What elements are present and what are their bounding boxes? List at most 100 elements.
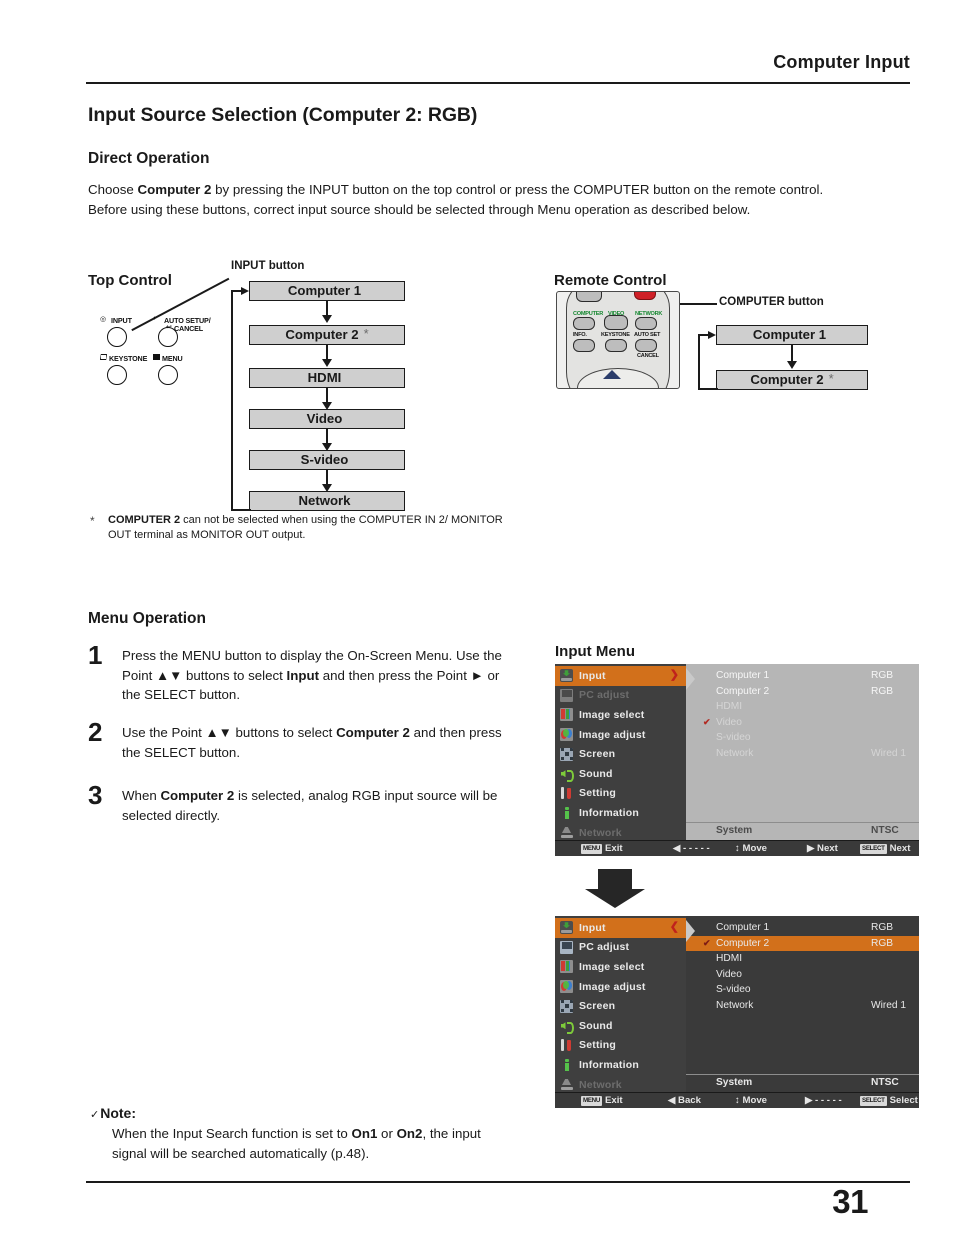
remote-auto-set-button[interactable] [635, 339, 657, 352]
flow-arrow-4 [322, 429, 332, 451]
header-title: Computer Input [773, 52, 910, 72]
osd-sidebar-item-information[interactable]: Information [555, 1055, 686, 1075]
step-text: When Computer 2 is selected, analog RGB … [122, 786, 508, 825]
osd-bar-select: SELECT Select [860, 1095, 918, 1106]
flow-box-label: Computer 1 [287, 283, 362, 299]
computer-button-callout-label: COMPUTER button [719, 296, 824, 308]
osd-sidebar-item-image-adjust[interactable]: Image adjust [555, 977, 686, 997]
osd-sidebar-item-image-adjust[interactable]: Image adjust [555, 725, 686, 745]
note-heading: ✓Note: [90, 1105, 136, 1121]
osd-row-video[interactable]: ✔ Video [686, 715, 919, 731]
osd-row-hdmi[interactable]: HDMI [686, 951, 919, 967]
menu-key-button[interactable] [158, 365, 178, 385]
network-icon [560, 826, 573, 839]
osd-sidebar-item-input[interactable]: Input ❮ [555, 918, 686, 938]
osd-row-video[interactable]: Video [686, 967, 919, 983]
flow-loop-bottom [231, 509, 251, 511]
menu-key-icon [153, 354, 160, 360]
input-menu-label: Input Menu [555, 643, 635, 660]
osd-row-name: Computer 1 [716, 922, 770, 934]
osd-sidebar-item-sound[interactable]: Sound [555, 1016, 686, 1036]
input-key-button[interactable] [107, 327, 127, 347]
image-select-icon [560, 708, 573, 722]
remote-flow-loop-arrowhead [708, 330, 716, 339]
osd-sidebar-item-screen[interactable]: Screen [555, 744, 686, 764]
osd-sidebar-item-setting[interactable]: Setting [555, 784, 686, 804]
osd-row-network[interactable]: Network Wired 1 [686, 746, 919, 762]
osd-row-s-video[interactable]: S-video [686, 982, 919, 998]
osd-sidebar-item-screen[interactable]: Screen [555, 996, 686, 1016]
network-icon [560, 1078, 573, 1091]
osd-source-list: Computer 1 RGB ✔ Computer 2 RGB HDMI Vid… [686, 916, 919, 1092]
remote-info-button[interactable] [573, 339, 595, 352]
remote-point-up-button[interactable] [603, 370, 621, 379]
keystone-key-icon [100, 354, 107, 360]
screen-icon [560, 999, 573, 1013]
osd-row-computer-2[interactable]: Computer 2 RGB [686, 684, 919, 700]
remote-network-button[interactable] [635, 317, 657, 330]
osd-sidebar-item-image-select[interactable]: Image select [555, 957, 686, 977]
input-button-callout-label: INPUT button [231, 260, 305, 272]
input-menu-icon [560, 921, 573, 935]
screen-icon [560, 747, 573, 761]
sound-icon [560, 767, 574, 782]
osd-row-computer-1[interactable]: Computer 1 RGB [686, 668, 919, 684]
osd-row-network[interactable]: Network Wired 1 [686, 998, 919, 1014]
osd-sidebar-item-pc-adjust[interactable]: PC adjust [555, 686, 686, 706]
osd-row-s-video[interactable]: S-video [686, 730, 919, 746]
osd-row-computer-1[interactable]: Computer 1 RGB [686, 920, 919, 936]
osd-row-value: RGB [871, 685, 894, 697]
osd-sidebar-item-input[interactable]: Input ❯ [555, 666, 686, 686]
remote-menu-button[interactable] [576, 292, 602, 302]
remote-flow-loop-bottom [698, 388, 718, 390]
remote-flow-arrow [787, 345, 797, 369]
page-header: Computer Input [86, 52, 910, 73]
menu-step-2: 2 Use the Point ▲▼ buttons to select Com… [88, 717, 508, 762]
auto-setup-key-button[interactable] [158, 327, 178, 347]
osd-row-computer-2[interactable]: ✔ Computer 2 RGB [686, 935, 919, 951]
keystone-key-button[interactable] [107, 365, 127, 385]
osd-sidebar-item-setting[interactable]: Setting [555, 1036, 686, 1056]
remote-keystone-button[interactable] [605, 339, 627, 352]
flow-box-computer-1: Computer 1 [249, 281, 405, 301]
intro-text-c: by pressing the INPUT button on the top … [211, 182, 824, 197]
osd-sidebar-label: Input [579, 921, 606, 934]
step-number: 3 [88, 780, 103, 810]
osd-sidebar-label: Setting [579, 787, 616, 800]
select-key-chip: SELECT [860, 843, 887, 854]
osd-sidebar-label: Input [579, 669, 606, 682]
osd-sidebar: Input ❯ PC adjust Image select Image adj… [555, 664, 686, 840]
osd-row-name: Computer 2 [716, 937, 770, 949]
osd-status-bar: MENU Exit ◀ Back ↕ Move ▶ - - - - - SELEC… [555, 1092, 919, 1108]
osd-row-name: Computer 2 [716, 685, 770, 697]
osd-row-name: S-video [716, 984, 751, 996]
osd-bar-select: SELECT Next [860, 843, 910, 854]
osd-sidebar-item-image-select[interactable]: Image select [555, 705, 686, 725]
osd-sidebar-item-sound[interactable]: Sound [555, 764, 686, 784]
step-part: When [122, 788, 161, 803]
remote-video-button[interactable] [604, 315, 628, 330]
top-control-keypad: ◎ INPUT ◐ AUTO SETUP/ CANCEL ↩ KEYSTONE … [100, 315, 230, 395]
osd-row-value: RGB [871, 922, 894, 934]
osd-rows: Computer 1 RGB Computer 2 RGB HDMI ✔ Vid… [686, 664, 919, 761]
osd-bar-label: Exit [605, 843, 623, 854]
remote-power-button[interactable] [634, 292, 656, 300]
osd-bar-right: ▶ - - - - - [805, 1095, 842, 1106]
osd-row-value: RGB [871, 670, 894, 682]
osd-sidebar-item-information[interactable]: Information [555, 803, 686, 823]
flow-arrow-3 [322, 388, 332, 410]
osd-sidebar-label: Network [579, 826, 622, 839]
osd-sidebar-label: Network [579, 1078, 622, 1091]
osd-row-hdmi[interactable]: HDMI [686, 699, 919, 715]
step-part-bold: Computer 2 [160, 788, 235, 803]
step-part: Use the Point ▲▼ buttons to select [122, 725, 337, 740]
note-block: ✓Note: When the Input Search function is… [90, 1105, 510, 1163]
osd-sidebar-item-pc-adjust[interactable]: PC adjust [555, 938, 686, 958]
osd-system-row: System NTSC [686, 1074, 919, 1092]
auto-setup-key-icon: ◐ [153, 315, 158, 322]
menu-key-caption: MENU [162, 353, 183, 363]
osd-bar-label: Select [889, 1095, 918, 1106]
remote-control-label: Remote Control [554, 272, 667, 289]
flow-box-label: S-video [300, 452, 349, 468]
remote-computer-button[interactable] [573, 317, 595, 330]
